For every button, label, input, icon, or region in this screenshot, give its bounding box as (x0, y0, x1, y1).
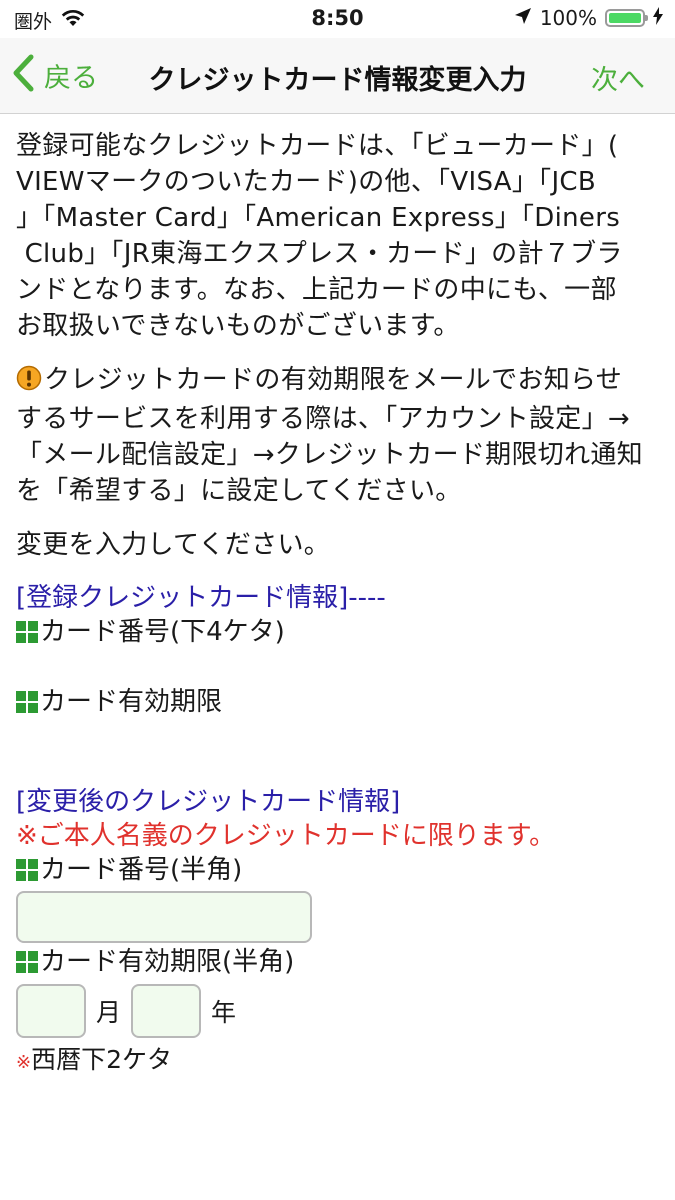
green-squares-icon (16, 691, 38, 713)
status-right: 100% (514, 6, 663, 30)
battery-level (609, 13, 641, 23)
intro-line: 」「Master Card」「American Express」「Diners (16, 203, 621, 233)
green-squares-icon (16, 951, 38, 973)
intro-line: 登録可能なクレジットカードは、「ビューカード」( (16, 131, 619, 161)
registered-card-number-label: カード番号(下4ケタ) (16, 615, 661, 649)
registered-expiry-value (16, 719, 661, 751)
battery-icon (605, 9, 648, 27)
month-unit: 月 (96, 998, 122, 1027)
notice-paragraph: クレジットカードの有効期限をメールでお知らせ するサービスを利用する際は、「アカ… (16, 362, 661, 509)
intro-line: Club」「JR東海エクスプレス・カード」の計７ブラ (16, 239, 623, 269)
next-button[interactable]: 次へ (591, 58, 645, 97)
charging-bolt-icon (653, 6, 663, 30)
instruction-text: 変更を入力してください。 (16, 530, 331, 560)
label-text: カード番号(下4ケタ) (40, 617, 285, 647)
label-text: カード有効期限(半角) (40, 947, 295, 977)
year-unit: 年 (211, 998, 237, 1027)
location-arrow-icon (514, 6, 532, 30)
expiry-year-input[interactable] (131, 984, 202, 1038)
own-name-warning: ※ご本人名義のクレジットカードに限ります。 (16, 821, 556, 851)
expiry-month-input[interactable] (16, 984, 86, 1038)
registered-expiry-label: カード有効期限 (16, 685, 661, 719)
expiry-row: 月 年 (16, 983, 661, 1039)
intro-line: お取扱いできないものがございます。 (16, 311, 460, 341)
note-mark: ※ (16, 1052, 32, 1073)
label-text: カード有効期限 (40, 687, 223, 717)
green-squares-icon (16, 859, 38, 881)
note-text: 西暦下2ケタ (31, 1045, 172, 1074)
new-card-number-label: カード番号(半角) (16, 853, 661, 887)
label-text: カード番号(半角) (40, 855, 243, 885)
new-expiry-label: カード有効期限(半角) (16, 945, 661, 979)
content-area: 登録可能なクレジットカードは、「ビューカード」( VIEWマークのついたカード)… (16, 128, 661, 1080)
notice-line: を「希望する」に設定してください。 (16, 476, 462, 506)
card-number-input[interactable] (16, 891, 312, 943)
navigation-bar: 戻る クレジットカード情報変更入力 次へ (0, 38, 675, 114)
notice-line: 「メール配信設定」→クレジットカード期限切れ通知 (16, 440, 643, 470)
green-squares-icon (16, 621, 38, 643)
notice-line-text: クレジットカードの有効期限をメールでお知らせ (44, 365, 623, 395)
year-format-note: ※西暦下2ケタ (16, 1043, 661, 1080)
notice-line: するサービスを利用する際は、「アカウント設定」→ (16, 404, 630, 434)
new-card-heading: [変更後のクレジットカード情報] (16, 787, 401, 817)
status-bar: 圏外 8:50 100% (0, 0, 675, 38)
intro-line: VIEWマークのついたカード)の他、「VISA」「JCB (16, 167, 597, 197)
notice-line: クレジットカードの有効期限をメールでお知らせ (16, 362, 661, 401)
registered-card-number-value (16, 649, 661, 685)
warning-icon (16, 365, 42, 401)
registered-card-heading: [登録クレジットカード情報]---- (16, 583, 386, 613)
intro-line: ンドとなります。なお、上記カードの中にも、一部 (16, 275, 617, 305)
battery-percent: 100% (539, 6, 597, 30)
intro-paragraph: 登録可能なクレジットカードは、「ビューカード」( VIEWマークのついたカード)… (16, 128, 661, 344)
page-title: クレジットカード情報変更入力 (148, 65, 527, 96)
